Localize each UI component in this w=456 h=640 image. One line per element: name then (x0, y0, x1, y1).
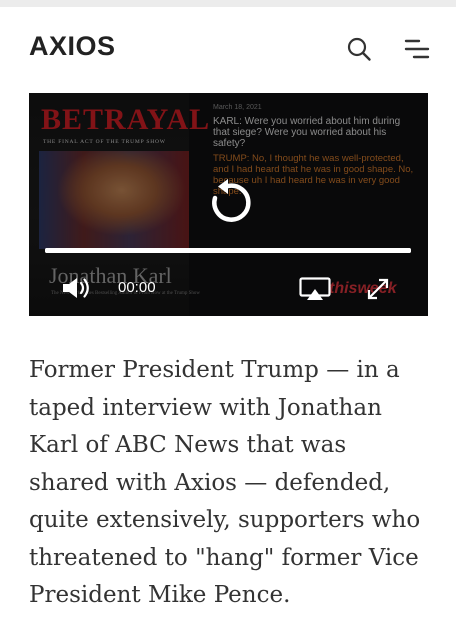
video-player[interactable]: BETRAYAL The Final Act of the Trump Show… (29, 93, 428, 316)
volume-icon[interactable] (62, 277, 92, 299)
search-icon[interactable] (346, 36, 372, 62)
fullscreen-icon[interactable] (365, 276, 391, 302)
playback-time: 00:00 (118, 279, 156, 296)
airplay-icon[interactable] (299, 277, 331, 301)
article-paragraph: Former President Trump — in a taped inte… (29, 357, 421, 608)
replay-icon[interactable] (203, 178, 253, 228)
progress-fill (45, 248, 411, 253)
top-strip (0, 0, 456, 7)
menu-icon[interactable] (404, 38, 430, 60)
progress-bar[interactable] (45, 248, 411, 253)
site-header: AXIOS (0, 7, 456, 85)
axios-logo[interactable]: AXIOS (29, 31, 116, 61)
